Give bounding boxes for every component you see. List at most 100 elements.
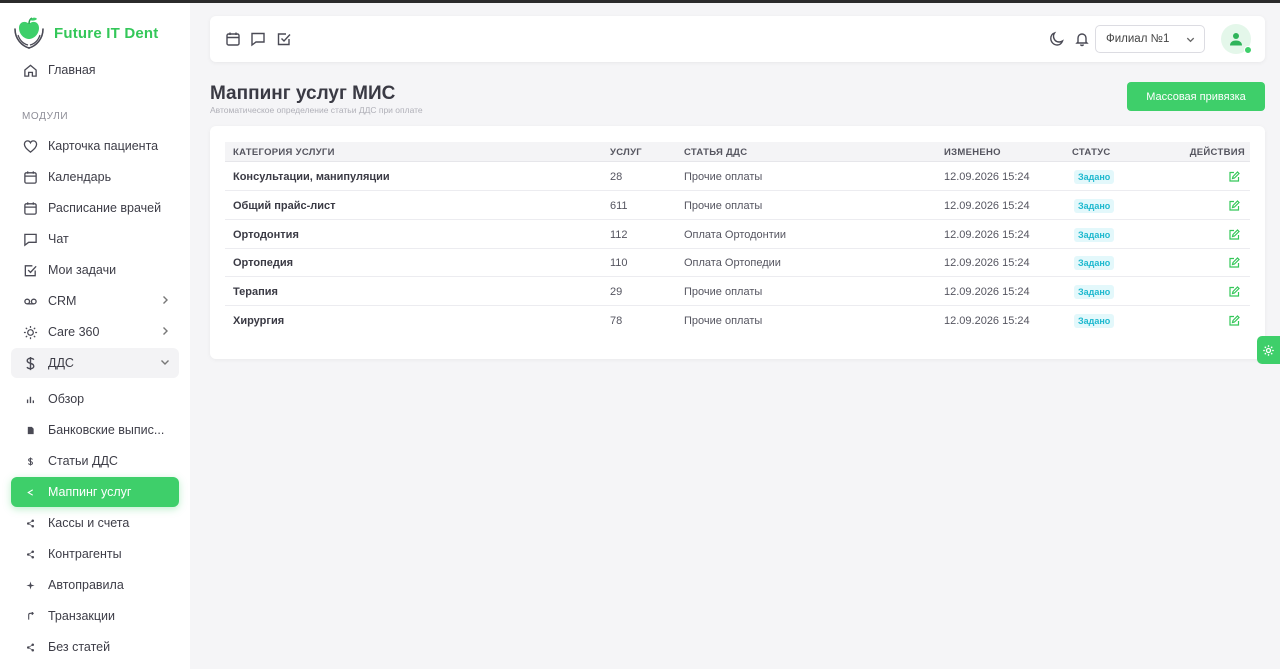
sidebar-item-counterparties[interactable]: Контрагенты <box>11 539 179 569</box>
dollar-icon <box>22 355 38 371</box>
sidebar-item-autorules[interactable]: Автоправила <box>11 570 179 600</box>
edit-icon[interactable] <box>1228 256 1240 268</box>
sidebar-item-chat[interactable]: Чат <box>11 224 179 254</box>
sidebar-item-label: Care 360 <box>48 325 100 339</box>
cell-dds-item: Прочие оплаты <box>684 315 763 327</box>
bulk-link-button[interactable]: Массовая привязка <box>1127 82 1265 111</box>
sidebar-item-cash-accounts[interactable]: Кассы и счета <box>11 508 179 538</box>
sidebar-item-overview[interactable]: Обзор <box>11 384 179 414</box>
sidebar-item-care360[interactable]: Care 360 <box>11 317 179 347</box>
sidebar-item-label: CRM <box>48 294 77 308</box>
sidebar-item-label: Контрагенты <box>48 547 122 561</box>
share-icon <box>22 484 38 500</box>
edit-icon[interactable] <box>1228 285 1240 297</box>
home-icon <box>22 62 38 78</box>
cell-category: Хирургия <box>233 315 285 327</box>
chat-icon[interactable] <box>250 31 266 47</box>
status-badge: Задано <box>1074 256 1115 270</box>
edit-icon[interactable] <box>1228 314 1240 326</box>
window-top-border <box>0 0 1280 3</box>
edit-icon[interactable] <box>1228 199 1240 211</box>
sidebar: Future IT Dent Главная МОДУЛИ Карточка п… <box>0 3 190 669</box>
brand[interactable]: Future IT Dent <box>12 15 158 51</box>
checkbox-icon[interactable] <box>276 31 292 47</box>
chevron-down-icon <box>1186 37 1195 43</box>
table-row: Ортопедия 110 Оплата Ортопедии 12.09.202… <box>225 248 1250 277</box>
sidebar-item-calendar[interactable]: Календарь <box>11 162 179 192</box>
edit-icon[interactable] <box>1228 170 1240 182</box>
sidebar-item-label: Без статей <box>48 640 111 654</box>
sidebar-item-label: Мои задачи <box>48 263 117 277</box>
sidebar-item-crm[interactable]: CRM <box>11 286 179 316</box>
moon-icon[interactable] <box>1049 31 1065 47</box>
checkbox-icon <box>22 262 38 278</box>
cell-dds-item: Прочие оплаты <box>684 171 763 183</box>
sidebar-item-home[interactable]: Главная <box>11 55 179 85</box>
dollar-icon <box>22 453 38 469</box>
online-status-dot <box>1244 46 1252 54</box>
share-nodes-icon <box>22 546 38 562</box>
mapping-table-card: КАТЕГОРИЯ УСЛУГИ УСЛУГ СТАТЬЯ ДДС ИЗМЕНЕ… <box>210 126 1265 359</box>
cell-category: Ортопедия <box>233 257 294 269</box>
sidebar-item-label: ДДС <box>48 356 74 370</box>
branch-select[interactable]: Филиал №1 <box>1095 25 1205 53</box>
cell-modified: 12.09.2026 15:24 <box>944 229 1030 241</box>
cell-count: 110 <box>610 257 628 269</box>
column-header-modified: ИЗМЕНЕНО <box>944 147 1001 158</box>
sidebar-item-dds-items[interactable]: Статьи ДДС <box>11 446 179 476</box>
avatar[interactable] <box>1221 24 1252 54</box>
calendar-icon[interactable] <box>225 31 241 47</box>
status-badge: Задано <box>1074 285 1115 299</box>
cell-modified: 12.09.2026 15:24 <box>944 315 1030 327</box>
column-header-status: СТАТУС <box>1072 147 1111 158</box>
top-header: Филиал №1 <box>210 16 1265 62</box>
cell-count: 29 <box>610 286 623 298</box>
column-header-category: КАТЕГОРИЯ УСЛУГИ <box>233 147 335 158</box>
sidebar-item-dds[interactable]: ДДС <box>11 348 179 378</box>
edit-icon[interactable] <box>1228 228 1240 240</box>
column-header-dds-item: СТАТЬЯ ДДС <box>684 147 748 158</box>
table-row: Терапия 29 Прочие оплаты 12.09.2026 15:2… <box>225 277 1250 306</box>
sidebar-item-no-items[interactable]: Без статей <box>11 632 179 662</box>
settings-tab[interactable] <box>1257 336 1280 364</box>
table-row: Хирургия 78 Прочие оплаты 12.09.2026 15:… <box>225 306 1250 335</box>
arrow-icon <box>22 608 38 624</box>
sidebar-item-patient-card[interactable]: Карточка пациента <box>11 131 179 161</box>
apple-hands-logo-icon <box>14 17 44 49</box>
column-header-actions: ДЕЙСТВИЯ <box>1189 147 1245 158</box>
user-icon <box>1230 33 1242 46</box>
brand-name: Future IT Dent <box>54 24 159 42</box>
sidebar-item-label: Расписание врачей <box>48 201 162 215</box>
chevron-right-icon <box>163 296 168 304</box>
cell-category: Ортодонтия <box>233 229 299 241</box>
sidebar-item-tasks[interactable]: Мои задачи <box>11 255 179 285</box>
sidebar-item-label: Банковские выпис... <box>48 423 165 437</box>
sidebar-item-label: Чат <box>48 232 69 246</box>
sidebar-item-transactions[interactable]: Транзакции <box>11 601 179 631</box>
sidebar-item-label: Автоправила <box>48 578 124 592</box>
sidebar-item-doctor-schedule[interactable]: Расписание врачей <box>11 193 179 223</box>
sidebar-item-label: Главная <box>48 63 96 77</box>
sidebar-item-service-mapping[interactable]: Маппинг услуг <box>11 477 179 507</box>
sidebar-item-bank-statements[interactable]: Банковские выпис... <box>11 415 179 445</box>
cell-dds-item: Прочие оплаты <box>684 200 763 212</box>
gear-icon <box>1263 344 1274 356</box>
sidebar-item-label: Маппинг услуг <box>48 485 132 499</box>
calendar-icon <box>22 200 38 216</box>
table-header: КАТЕГОРИЯ УСЛУГИ УСЛУГ СТАТЬЯ ДДС ИЗМЕНЕ… <box>225 142 1250 162</box>
sidebar-item-label: Транзакции <box>48 609 116 623</box>
share-nodes-icon <box>22 639 38 655</box>
sidebar-item-label: Статьи ДДС <box>48 454 118 468</box>
calendar-icon <box>22 169 38 185</box>
table-row: Консультации, манипуляции 28 Прочие опла… <box>225 162 1250 191</box>
cell-modified: 12.09.2026 15:24 <box>944 257 1030 269</box>
heart-icon <box>22 138 38 154</box>
sun-icon <box>22 324 38 340</box>
sidebar-item-label: Карточка пациента <box>48 139 159 153</box>
cell-category: Общий прайс-лист <box>233 200 336 212</box>
page-title: Маппинг услуг МИС <box>210 83 396 104</box>
voicemail-icon <box>22 293 38 309</box>
cell-modified: 12.09.2026 15:24 <box>944 200 1030 212</box>
bell-icon[interactable] <box>1074 31 1090 47</box>
cell-category: Консультации, манипуляции <box>233 171 390 183</box>
